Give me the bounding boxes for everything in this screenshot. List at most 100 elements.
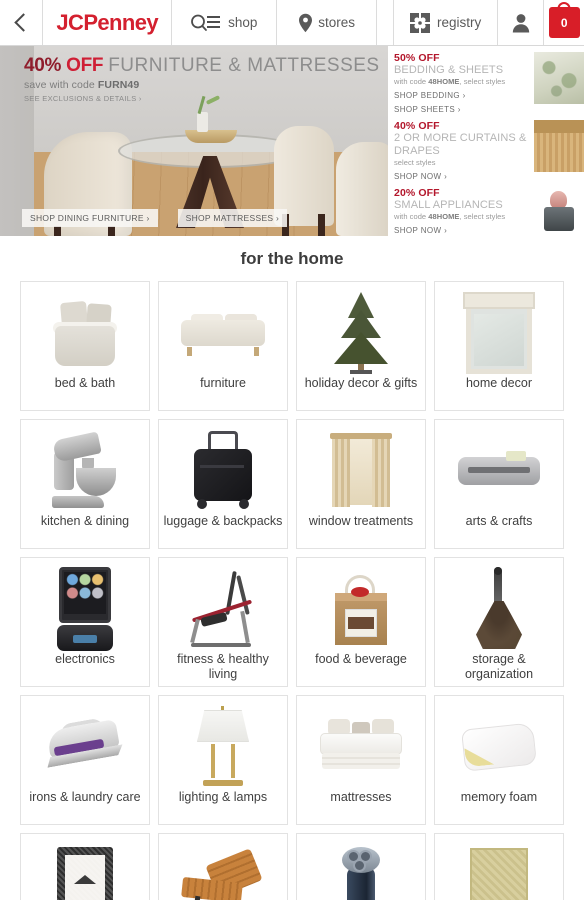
dining-chair-art bbox=[336, 142, 388, 236]
promo-appliances[interactable]: 20% OFF SMALL APPLIANCES with code 48HOM… bbox=[394, 186, 584, 239]
patio-chair-art bbox=[159, 842, 287, 900]
shop-sheets-link[interactable]: SHOP SHEETS › bbox=[394, 105, 528, 114]
promo-headline: 40% OFF bbox=[394, 120, 440, 133]
sofa-art bbox=[159, 290, 287, 376]
hero-section: 40% OFF FURNITURE & MATTRESSES save with… bbox=[0, 46, 584, 239]
promo-note: with code 48HOME, select styles bbox=[394, 212, 528, 221]
category-label: window treatments bbox=[308, 514, 414, 528]
category-tile-kitchen-dining[interactable]: kitchen & dining bbox=[20, 419, 150, 549]
location-pin-icon bbox=[298, 13, 313, 33]
shop-dining-furniture-button[interactable]: SHOP DINING FURNITURE › bbox=[22, 209, 158, 227]
category-label: electronics bbox=[55, 652, 115, 666]
category-tile-home-decor[interactable]: home decor bbox=[434, 281, 564, 411]
hero-headline-rest: FURNITURE & MATTRESSES bbox=[108, 55, 380, 76]
category-tile-mattresses[interactable]: mattresses bbox=[296, 695, 426, 825]
hero-copy: 40% OFF FURNITURE & MATTRESSES save with… bbox=[24, 56, 380, 103]
shop-bedding-link[interactable]: SHOP BEDDING › bbox=[394, 91, 528, 100]
category-tile-picture-frames[interactable]: 2013 bbox=[20, 833, 150, 900]
category-tile-window-treatments[interactable]: window treatments bbox=[296, 419, 426, 549]
shop-now-link[interactable]: SHOP NOW › bbox=[394, 226, 528, 235]
category-label: home decor bbox=[465, 376, 532, 390]
table-vase-art bbox=[197, 112, 208, 132]
promo-curtains[interactable]: 40% OFF 2 OR MORE CURTAINS & DRAPES sele… bbox=[394, 120, 584, 181]
promo-subhead: 2 OR MORE CURTAINS & DRAPES bbox=[394, 132, 527, 157]
header-spacer bbox=[377, 0, 395, 45]
cutting-machine-art bbox=[435, 428, 563, 514]
promo-note-prefix: select styles bbox=[394, 157, 436, 167]
picture-frame-art: 2013 bbox=[21, 842, 149, 900]
curtains-thumb bbox=[534, 120, 584, 173]
hero-subtext: save with code FURN49 bbox=[24, 79, 380, 91]
promo-bedding[interactable]: 50% OFF BEDDING & SHEETS with code 48HOM… bbox=[394, 52, 584, 114]
registry-grid-icon bbox=[410, 12, 431, 33]
category-tile-arts-crafts[interactable]: arts & crafts bbox=[434, 419, 564, 549]
shop-now-link[interactable]: SHOP NOW › bbox=[394, 172, 528, 181]
shop-nav-button[interactable]: shop bbox=[172, 0, 277, 45]
promo-headline: 50% OFF bbox=[394, 52, 440, 64]
stand-mixer-art bbox=[21, 428, 149, 514]
shop-mattresses-button[interactable]: SHOP MATTRESSES › bbox=[177, 209, 288, 227]
category-tile-food-beverage[interactable]: food & beverage bbox=[296, 557, 426, 687]
mirror-art bbox=[435, 290, 563, 376]
exercise-machine-art bbox=[159, 566, 287, 652]
table-bowl-art bbox=[185, 130, 237, 143]
promo-note-prefix: with code bbox=[394, 212, 429, 222]
table-lamp-art bbox=[159, 704, 287, 790]
hero-headline: 40% OFF FURNITURE & MATTRESSES bbox=[24, 56, 380, 76]
promo-code: 48HOME bbox=[428, 77, 460, 87]
electric-shaver-art bbox=[297, 842, 425, 900]
category-tile-furniture[interactable]: furniture bbox=[158, 281, 288, 411]
category-tile-fitness[interactable]: fitness & healthy living bbox=[158, 557, 288, 687]
page-title: for the home bbox=[0, 236, 584, 281]
christmas-tree-art bbox=[297, 290, 425, 376]
category-label: fitness & healthy living bbox=[177, 652, 269, 681]
category-tile-bed-bath[interactable]: bed & bath bbox=[20, 281, 150, 411]
chevron-left-icon bbox=[14, 13, 33, 32]
logo-text: JCPenney bbox=[56, 9, 158, 35]
account-button[interactable] bbox=[498, 0, 545, 45]
hero-percent: 40% bbox=[24, 55, 62, 76]
back-button[interactable] bbox=[0, 0, 44, 45]
promo-rail: 50% OFF BEDDING & SHEETS with code 48HOM… bbox=[388, 46, 584, 239]
category-tile-patio-furniture[interactable] bbox=[158, 833, 288, 900]
bag-handle bbox=[557, 2, 571, 11]
category-tile-memory-foam[interactable]: memory foam bbox=[434, 695, 564, 825]
registry-nav-button[interactable]: registry bbox=[394, 0, 499, 45]
promo-subhead: SMALL APPLIANCES bbox=[394, 198, 503, 211]
category-tile-holiday-decor[interactable]: holiday decor & gifts bbox=[296, 281, 426, 411]
jcpenney-logo[interactable]: JCPenney bbox=[43, 0, 172, 45]
category-tile-rugs[interactable] bbox=[434, 833, 564, 900]
category-label: lighting & lamps bbox=[178, 790, 268, 804]
stores-label: stores bbox=[318, 15, 355, 30]
iron-art bbox=[21, 704, 149, 790]
category-label: luggage & backpacks bbox=[163, 514, 283, 528]
hero-banner[interactable]: 40% OFF FURNITURE & MATTRESSES save with… bbox=[0, 46, 388, 236]
chair-leg bbox=[318, 214, 325, 236]
person-icon bbox=[512, 13, 530, 33]
category-tile-storage-organization[interactable]: storage & organization bbox=[434, 557, 564, 687]
category-tile-electronics[interactable]: electronics bbox=[20, 557, 150, 687]
stores-nav-button[interactable]: stores bbox=[277, 0, 378, 45]
cart-button[interactable]: 0 bbox=[544, 0, 584, 45]
promo-headline: 20% OFF bbox=[394, 186, 440, 199]
category-label: storage & organization bbox=[464, 652, 534, 681]
app-header: JCPenney shop stores registry 0 bbox=[0, 0, 584, 46]
category-tile-shavers[interactable] bbox=[296, 833, 426, 900]
hero-promo-code: FURN49 bbox=[97, 78, 140, 91]
bed-art bbox=[21, 290, 149, 376]
category-grid: bed & bath furniture holiday decor & gif… bbox=[0, 281, 584, 900]
mattress-art bbox=[297, 704, 425, 790]
category-tile-lighting-lamps[interactable]: lighting & lamps bbox=[158, 695, 288, 825]
hero-exclusions-link[interactable]: SEE EXCLUSIONS & DETAILS › bbox=[24, 94, 380, 103]
chair-leg bbox=[108, 226, 115, 236]
category-label: irons & laundry care bbox=[29, 790, 141, 804]
category-label: mattresses bbox=[330, 790, 392, 804]
rug-art bbox=[435, 842, 563, 900]
promo-note-suffix: , select styles bbox=[459, 212, 506, 222]
category-label: bed & bath bbox=[54, 376, 116, 390]
gift-bag-art bbox=[297, 566, 425, 652]
shopping-bag-icon: 0 bbox=[548, 2, 580, 38]
category-tile-irons-laundry[interactable]: irons & laundry care bbox=[20, 695, 150, 825]
bedding-thumb bbox=[534, 52, 584, 104]
category-tile-luggage[interactable]: luggage & backpacks bbox=[158, 419, 288, 549]
